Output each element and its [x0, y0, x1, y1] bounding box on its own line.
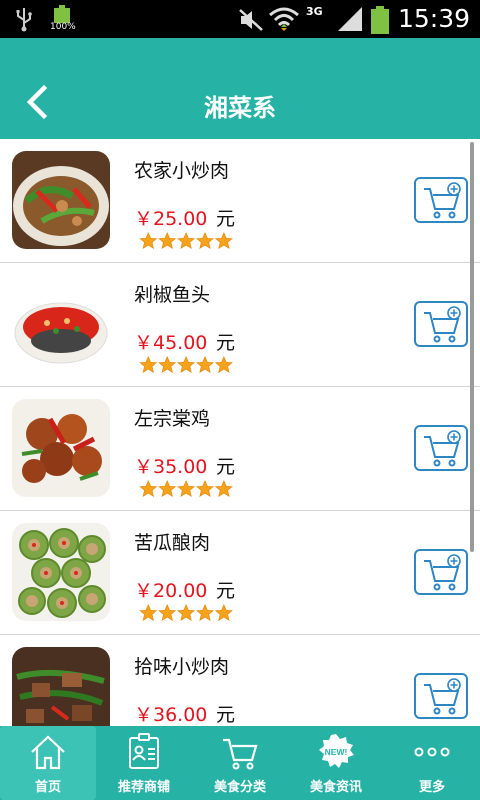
dish-price: ￥45.00	[134, 332, 208, 354]
nav-label: 美食分类	[213, 780, 266, 795]
dish-price: ￥25.00	[134, 208, 208, 230]
price-unit: 元	[216, 704, 236, 726]
add-to-cart-button[interactable]	[414, 425, 468, 471]
add-to-cart-button[interactable]	[414, 301, 468, 347]
new-badge-text: NEW!	[325, 747, 348, 757]
price-unit: 元	[216, 580, 236, 602]
rating-stars	[139, 480, 233, 497]
dish-price: ￥20.00	[134, 580, 208, 602]
dish-row[interactable]: 剁椒鱼头 ￥45.00 元	[0, 263, 480, 387]
price-unit: 元	[216, 332, 236, 354]
dish-photo	[12, 399, 110, 497]
more-dots-icon	[414, 747, 450, 757]
nav-item-food-categories[interactable]: 美食分类	[192, 726, 288, 800]
dish-photo	[12, 647, 110, 726]
dish-photo	[12, 275, 110, 373]
nav-label: 首页	[34, 780, 61, 795]
nav-item-recommended-shops[interactable]: 推荐商铺	[96, 726, 192, 800]
dish-row[interactable]: 拾味小炒肉 ￥36.00 元	[0, 635, 480, 726]
cart-add-icon	[424, 554, 461, 591]
cart-add-icon	[424, 430, 461, 467]
price-unit: 元	[216, 208, 236, 230]
add-to-cart-button[interactable]	[414, 177, 468, 223]
cart-add-icon	[424, 306, 461, 343]
rating-stars	[139, 604, 233, 621]
new-badge-icon: NEW!	[319, 734, 354, 768]
usb-icon	[16, 8, 32, 32]
rating-stars	[139, 356, 233, 373]
dish-list[interactable]: 农家小炒肉 ￥25.00 元 剁椒鱼头 ￥45.00 元 左宗棠鸡 ￥35.00…	[0, 139, 480, 726]
nav-item-more[interactable]: 更多	[384, 726, 480, 800]
status-bar: 100% 3G 15:39	[0, 0, 480, 38]
dish-price: ￥35.00	[134, 456, 208, 478]
rating-stars	[139, 232, 233, 249]
bottom-nav: 首页 推荐商铺 美食分类 NEW! 美食资讯 更多	[0, 726, 480, 800]
page-title: 湘菜系	[204, 94, 276, 122]
dish-name: 苦瓜酿肉	[134, 532, 211, 554]
dish-row[interactable]: 农家小炒肉 ￥25.00 元	[0, 139, 480, 263]
mute-icon	[239, 9, 263, 31]
list-scrollbar[interactable]	[470, 142, 474, 552]
nav-item-food-news[interactable]: NEW! 美食资讯	[288, 726, 384, 800]
nav-label: 美食资讯	[309, 780, 362, 795]
nav-item-home[interactable]: 首页	[0, 726, 96, 800]
dish-name: 剁椒鱼头	[134, 284, 211, 306]
dish-photo	[12, 523, 110, 621]
dish-name: 左宗棠鸡	[134, 408, 211, 430]
cart-icon	[223, 738, 258, 770]
cart-add-icon	[424, 182, 461, 219]
battery-full-icon	[54, 5, 70, 23]
title-bar: 湘菜系	[0, 38, 480, 139]
signal-icon	[338, 7, 362, 31]
dish-row[interactable]: 左宗棠鸡 ￥35.00 元	[0, 387, 480, 511]
dish-row[interactable]: 苦瓜酿肉 ￥20.00 元	[0, 511, 480, 635]
add-to-cart-button[interactable]	[414, 549, 468, 595]
add-to-cart-button[interactable]	[414, 673, 468, 719]
price-unit: 元	[216, 456, 236, 478]
home-icon	[31, 735, 65, 770]
cart-add-icon	[424, 678, 461, 715]
battery-percent: 100%	[50, 22, 76, 32]
dish-price: ￥36.00	[134, 704, 208, 726]
shop-id-card-icon	[129, 733, 159, 769]
dish-name: 农家小炒肉	[134, 160, 230, 182]
dish-name: 拾味小炒肉	[134, 656, 230, 678]
dish-photo	[12, 151, 110, 249]
network-type: 3G	[306, 5, 323, 18]
nav-label: 更多	[418, 780, 445, 795]
clock: 15:39	[398, 4, 471, 33]
wifi-icon	[269, 7, 299, 31]
battery-icon	[371, 6, 389, 34]
nav-label: 推荐商铺	[117, 780, 170, 795]
